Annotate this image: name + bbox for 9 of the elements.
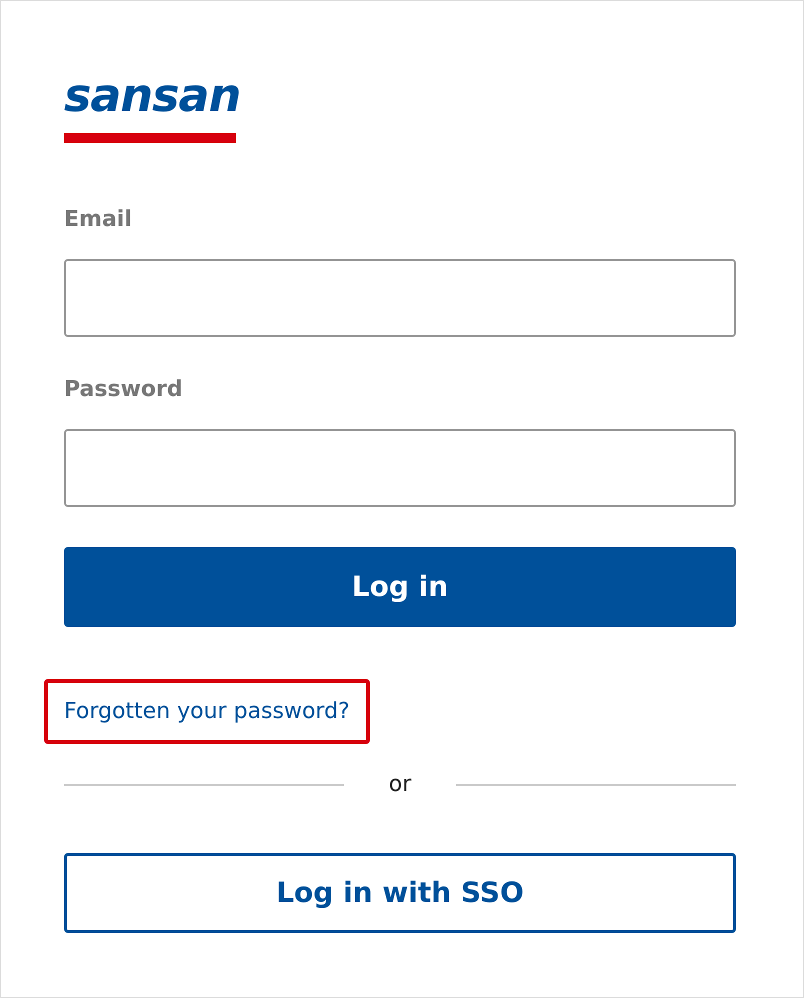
login-button[interactable]: Log in [64,547,736,627]
divider-label: or [388,771,412,799]
sso-login-button[interactable]: Log in with SSO [64,853,736,933]
logo-text: sansan [64,69,240,121]
input-field[interactable] [64,429,736,507]
highlighted-forgot-password-link[interactable]: Forgotten your password? [44,679,370,744]
field-label: Email [64,206,133,234]
field-label: Password [64,376,184,404]
input-field[interactable] [64,259,736,337]
